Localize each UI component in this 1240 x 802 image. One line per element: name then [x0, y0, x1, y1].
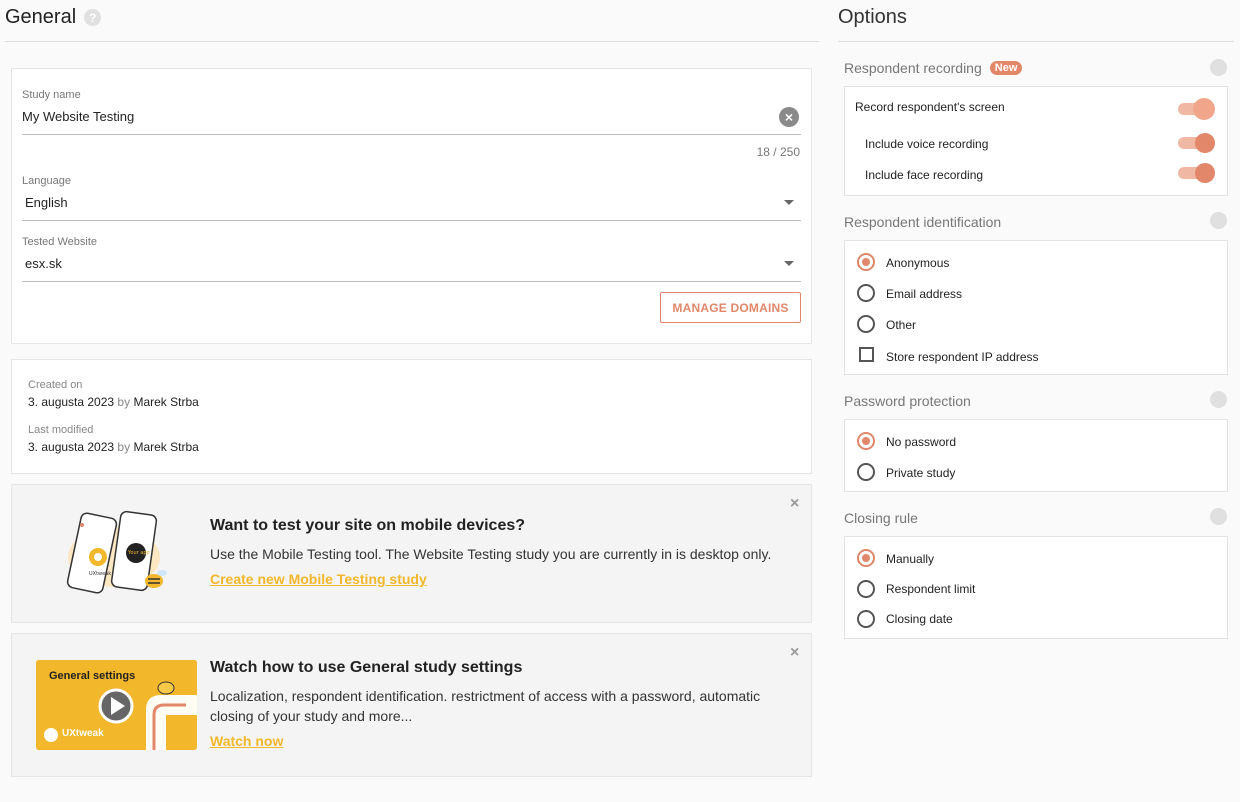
chevron-down-icon[interactable] [784, 200, 794, 205]
created-label: Created on [28, 379, 83, 391]
record-screen-toggle[interactable] [1178, 98, 1215, 120]
store-ip-checkbox[interactable] [859, 347, 874, 362]
help-icon[interactable] [1210, 59, 1227, 76]
closing-date-radio[interactable] [857, 610, 875, 628]
video-promo-title: Watch how to use General study settings [210, 659, 523, 676]
thumbnail-title: General settings [49, 670, 136, 682]
divider [838, 41, 1234, 42]
identification-card: Anonymous Email address Other Store resp… [844, 240, 1228, 375]
close-icon[interactable]: × [790, 644, 799, 662]
study-name-label: Study name [22, 89, 81, 101]
general-form-card: Study name My Website Testing × 18 / 250… [11, 68, 812, 344]
recording-section-title: Respondent recording New [844, 60, 1023, 76]
record-screen-label: Record respondent's screen [855, 100, 1005, 114]
options-title: Options [838, 6, 907, 28]
email-radio[interactable] [857, 284, 875, 302]
email-label: Email address [886, 287, 963, 301]
created-value: 3. augusta 2023 by Marek Strba [28, 395, 199, 409]
modified-label: Last modified [28, 424, 94, 436]
private-study-label: Private study [886, 466, 956, 480]
voice-recording-label: Include voice recording [865, 137, 989, 151]
general-title: General [5, 6, 77, 28]
new-badge: New [989, 61, 1023, 75]
mobile-promo-card: UXtweak Your app Want to test your site … [11, 484, 812, 623]
password-card: No password Private study [844, 419, 1228, 492]
closing-date-label: Closing date [886, 612, 953, 626]
created-date: 3. augusta 2023 [28, 395, 115, 409]
manage-domains-button[interactable]: MANAGE DOMAINS [660, 292, 801, 323]
divider [5, 41, 819, 42]
created-author: Marek Strba [133, 395, 199, 409]
closing-section-title: Closing rule [844, 510, 918, 526]
close-icon[interactable]: × [790, 495, 799, 513]
password-title: Password protection [844, 393, 971, 409]
face-recording-label: Include face recording [865, 168, 984, 182]
private-study-radio[interactable] [857, 463, 875, 481]
create-mobile-study-link[interactable]: Create new Mobile Testing study [210, 571, 427, 587]
store-ip-label: Store respondent IP address [886, 350, 1039, 364]
modified-author: Marek Strba [133, 440, 199, 454]
recording-title: Respondent recording [844, 60, 982, 76]
help-icon[interactable]: ? [84, 9, 102, 26]
manually-radio[interactable] [857, 549, 875, 567]
identification-title: Respondent identification [844, 214, 1002, 230]
other-label: Other [886, 318, 917, 332]
manually-label: Manually [886, 552, 935, 566]
help-icon[interactable] [1210, 212, 1227, 229]
mobile-promo-title: Want to test your site on mobile devices… [210, 517, 526, 534]
language-select[interactable]: English [25, 195, 68, 210]
face-recording-toggle[interactable] [1178, 163, 1215, 183]
chevron-down-icon[interactable] [784, 261, 794, 266]
other-radio[interactable] [857, 315, 875, 333]
tested-website-select[interactable]: esx.sk [25, 256, 62, 271]
clear-icon[interactable]: × [779, 107, 799, 127]
study-name-underline [22, 134, 801, 135]
language-underline [22, 220, 801, 221]
general-heading: General ? [5, 6, 102, 29]
phone-right-label: Your app [127, 550, 150, 556]
closing-card: Manually Respondent limit Closing date [844, 536, 1228, 639]
respondent-limit-label: Respondent limit [886, 582, 976, 596]
mobile-promo-text: Use the Mobile Testing tool. The Website… [210, 546, 772, 562]
watch-now-link[interactable]: Watch now [210, 733, 283, 749]
respondent-limit-radio[interactable] [857, 580, 875, 598]
modified-by: by [117, 440, 131, 454]
closing-title: Closing rule [844, 510, 918, 526]
created-by: by [117, 395, 131, 409]
modified-date: 3. augusta 2023 [28, 440, 115, 454]
voice-recording-toggle[interactable] [1178, 133, 1215, 153]
meta-card: Created on 3. augusta 2023 by Marek Strb… [11, 359, 812, 474]
tested-website-label: Tested Website [22, 236, 98, 248]
thumbnail-brand: UXtweak [62, 728, 104, 739]
password-section-title: Password protection [844, 393, 971, 409]
video-promo-text: Localization, respondent identification.… [210, 688, 761, 724]
phone-left-label: UXtweak [89, 571, 111, 577]
no-password-label: No password [886, 435, 957, 449]
recording-card: Record respondent's screen Include voice… [844, 86, 1228, 196]
help-icon[interactable] [1210, 508, 1227, 525]
video-thumbnail[interactable]: General settings UXtweak [36, 660, 197, 750]
mobile-phones-illustration: UXtweak Your app [66, 510, 167, 594]
anonymous-radio[interactable] [857, 253, 875, 271]
study-name-counter: 18 / 250 [756, 145, 800, 159]
language-label: Language [22, 175, 71, 187]
video-promo-card: General settings UXtweak Watch how to us… [11, 633, 812, 777]
no-password-radio[interactable] [857, 432, 875, 450]
anonymous-label: Anonymous [886, 256, 950, 270]
study-name-input[interactable]: My Website Testing [22, 109, 134, 124]
tested-website-underline [22, 281, 801, 282]
modified-value: 3. augusta 2023 by Marek Strba [28, 440, 199, 454]
help-icon[interactable] [1210, 391, 1227, 408]
identification-section-title: Respondent identification [844, 214, 1001, 230]
